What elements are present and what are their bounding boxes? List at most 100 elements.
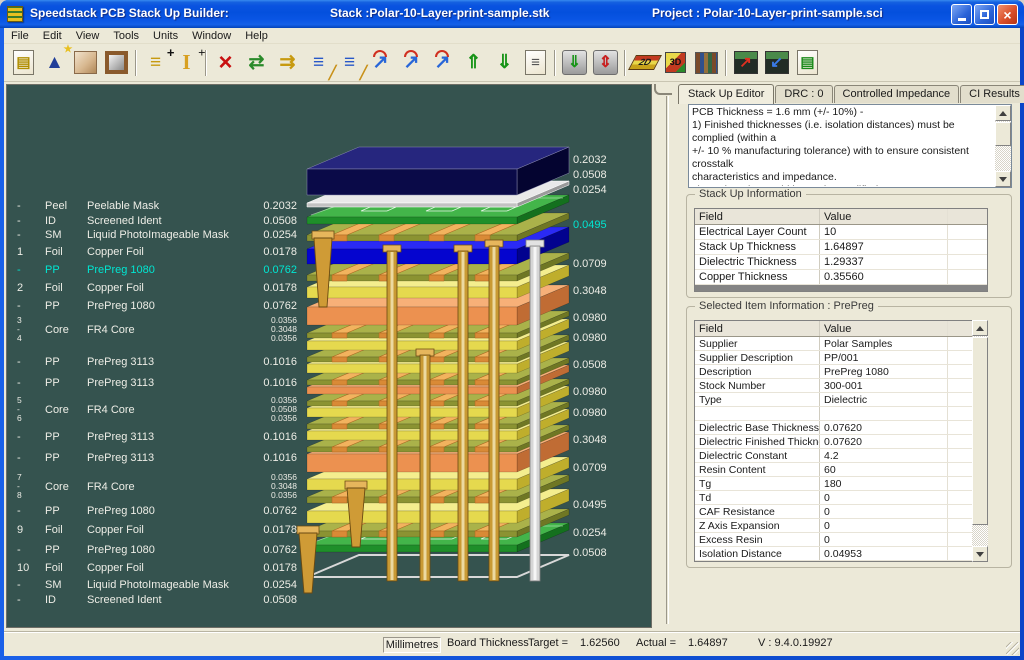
menu-tools[interactable]: Tools [106, 29, 146, 43]
layer-row[interactable]: - SM Liquid PhotoImageable Mask 0.0254 [7, 577, 307, 592]
layer-type: PP [45, 376, 60, 389]
menu-edit[interactable]: Edit [36, 29, 69, 43]
minimize-button[interactable] [951, 4, 972, 25]
import-impedance-button[interactable]: ↗ [730, 47, 761, 79]
expand-stack-button[interactable]: ⇕ [590, 47, 621, 79]
layer-row[interactable]: 5-6 Core FR4 Core 0.0356 0.0508 0.0356 [7, 396, 307, 423]
tab-stack-up-editor[interactable]: Stack Up Editor [678, 84, 775, 104]
table-row[interactable]: Supplier Description PP/001 [695, 351, 987, 365]
scroll-down-button[interactable] [995, 171, 1011, 187]
layer-number: - [17, 578, 21, 591]
layer-row[interactable]: - Peel Peelable Mask 0.2032 [7, 198, 307, 213]
table-row[interactable]: Description PrePreg 1080 [695, 365, 987, 379]
table-row[interactable]: Stock Number 300-001 [695, 379, 987, 393]
layer-row[interactable]: - ID Screened Ident 0.0508 [7, 592, 307, 607]
stackup-wizard-button[interactable]: ▲ ★ [39, 44, 72, 79]
export-impedance-button[interactable]: ↙ [761, 47, 792, 79]
table-row[interactable]: Stack Up Thickness 1.64897 [695, 240, 987, 255]
delete-button[interactable]: × [210, 47, 241, 79]
splitter-collapse-handle[interactable] [654, 84, 672, 95]
notes-scrollbar[interactable] [995, 105, 1011, 187]
table-row[interactable]: Isolation Distance 0.04953 [695, 547, 987, 561]
stack-notes-button[interactable]: ≡ [520, 47, 551, 79]
layer-row[interactable]: 7-8 Core FR4 Core 0.0356 0.3048 0.0356 [7, 473, 307, 500]
table-row[interactable]: CAF Resistance 0 [695, 505, 987, 519]
table-row[interactable]: Z Axis Expansion 0 [695, 519, 987, 533]
table-row[interactable]: Resin Content 60 [695, 463, 987, 477]
add-layer-button[interactable]: ≡ + [140, 46, 175, 79]
technical-report-button[interactable]: ▤ [792, 47, 823, 79]
layer-number: 7-8 [17, 472, 22, 500]
edit-stack-button[interactable]: ≡ ╱ [334, 47, 368, 79]
layer-row[interactable]: 9 Foil Copper Foil 0.0178 [7, 522, 307, 537]
layer-row[interactable]: - PP PrePreg 1080 0.0762 [7, 262, 307, 277]
layer-row[interactable]: - PP PrePreg 1080 0.0762 [7, 503, 307, 518]
scroll-up-button[interactable] [995, 105, 1011, 121]
edit-mask-button[interactable]: ≡ ╱ [303, 47, 337, 79]
layer-row[interactable]: - PP PrePreg 1080 0.0762 [7, 298, 307, 313]
layer-row[interactable]: - PP PrePreg 3113 0.1016 [7, 450, 307, 465]
layer-row[interactable]: - PP PrePreg 3113 0.1016 [7, 429, 307, 444]
table-row[interactable]: Copper Thickness 0.35560 [695, 270, 987, 285]
move-layer-down-button[interactable]: ⇓ [489, 47, 520, 79]
view-2d-button[interactable]: 2D [627, 47, 662, 79]
rebuild-stack-button[interactable]: ⇄ [241, 47, 272, 79]
units-indicator[interactable]: Millimetres [383, 637, 441, 653]
layer-row[interactable]: - PP PrePreg 1080 0.0762 [7, 542, 307, 557]
close-button[interactable]: × [997, 4, 1018, 25]
table-row[interactable]: Dielectric Thickness 1.29337 [695, 255, 987, 270]
tab-controlled-impedance[interactable]: Controlled Impedance [833, 85, 960, 103]
materials-library-button[interactable] [691, 47, 722, 79]
layer-row[interactable]: 10 Foil Copper Foil 0.0178 [7, 560, 307, 575]
layer-row[interactable]: - PP PrePreg 3113 0.1016 [7, 375, 307, 390]
table-row[interactable] [695, 407, 987, 421]
panel-splitter[interactable] [654, 82, 676, 632]
table-row[interactable]: Tg 180 [695, 477, 987, 491]
table-row[interactable]: Type Dielectric [695, 393, 987, 407]
compress-stack-button[interactable]: ⇓ [559, 47, 590, 79]
scroll-up-button[interactable] [972, 320, 988, 336]
maximize-button[interactable] [974, 4, 995, 25]
resize-grip[interactable] [1006, 642, 1019, 655]
flip-stack-button[interactable]: ↗ [396, 47, 427, 79]
layer-row[interactable]: - SM Liquid PhotoImageable Mask 0.0254 [7, 227, 307, 242]
new-stackup-button[interactable]: ▤ [8, 47, 39, 79]
view-3d-button[interactable]: 3D [660, 47, 691, 79]
arrow-down-icon [976, 551, 984, 557]
layer-type: Foil [45, 523, 63, 536]
tab-ci-results[interactable]: CI Results [960, 85, 1024, 103]
layer-row[interactable]: 3-4 Core FR4 Core 0.0356 0.3048 0.0356 [7, 316, 307, 343]
scroll-down-button[interactable] [972, 546, 988, 562]
table-row[interactable]: Excess Resin 0 [695, 533, 987, 547]
table-row[interactable]: Supplier Polar Samples [695, 337, 987, 351]
copy-layer-button[interactable]: ⇉ [272, 47, 303, 79]
selected-item-scrollbar[interactable] [972, 320, 988, 562]
layer-row[interactable]: - ID Screened Ident 0.0508 [7, 213, 307, 228]
menu-file[interactable]: File [4, 29, 36, 43]
notes-box[interactable]: PCB Thickness = 1.6 mm (+/- 10%) - 1) Fi… [688, 104, 1012, 188]
material-image-button[interactable] [70, 47, 101, 79]
flip-bottom-button[interactable]: ↗ [427, 47, 458, 79]
menu-window[interactable]: Window [185, 29, 238, 43]
table-row[interactable]: Dielectric Finished Thickness0.07620 [695, 435, 987, 449]
table-row[interactable]: Td 0 [695, 491, 987, 505]
table-row[interactable]: Electrical Layer Count 10 [695, 225, 987, 240]
scroll-thumb[interactable] [995, 122, 1011, 146]
tab-drc-0[interactable]: DRC : 0 [775, 85, 833, 103]
stackup-viewer[interactable]: - Peel Peelable Mask 0.2032 - ID Screened Iden… [6, 84, 652, 628]
menu-view[interactable]: View [69, 29, 107, 43]
add-via-button[interactable]: I + [171, 46, 205, 79]
layer-row[interactable]: 2 Foil Copper Foil 0.0178 [7, 280, 307, 295]
table-row[interactable]: Dielectric Constant 4.2 [695, 449, 987, 463]
scroll-thumb[interactable] [972, 337, 988, 525]
title-bar[interactable]: Speedstack PCB Stack Up Builder: Stack :… [0, 0, 1024, 28]
table-row[interactable]: Dielectric Base Thickness 0.07620 [695, 421, 987, 435]
layer-row[interactable]: - PP PrePreg 3113 0.1016 [7, 354, 307, 369]
move-layer-up-button[interactable]: ⇑ [458, 47, 489, 79]
menu-help[interactable]: Help [238, 29, 275, 43]
frame-view-button[interactable] [101, 47, 132, 79]
layer-row[interactable]: 1 Foil Copper Foil 0.0178 [7, 244, 307, 259]
flip-top-button[interactable]: ↗ [365, 47, 396, 79]
menu-units[interactable]: Units [146, 29, 185, 43]
layer-slab-front [306, 363, 518, 374]
